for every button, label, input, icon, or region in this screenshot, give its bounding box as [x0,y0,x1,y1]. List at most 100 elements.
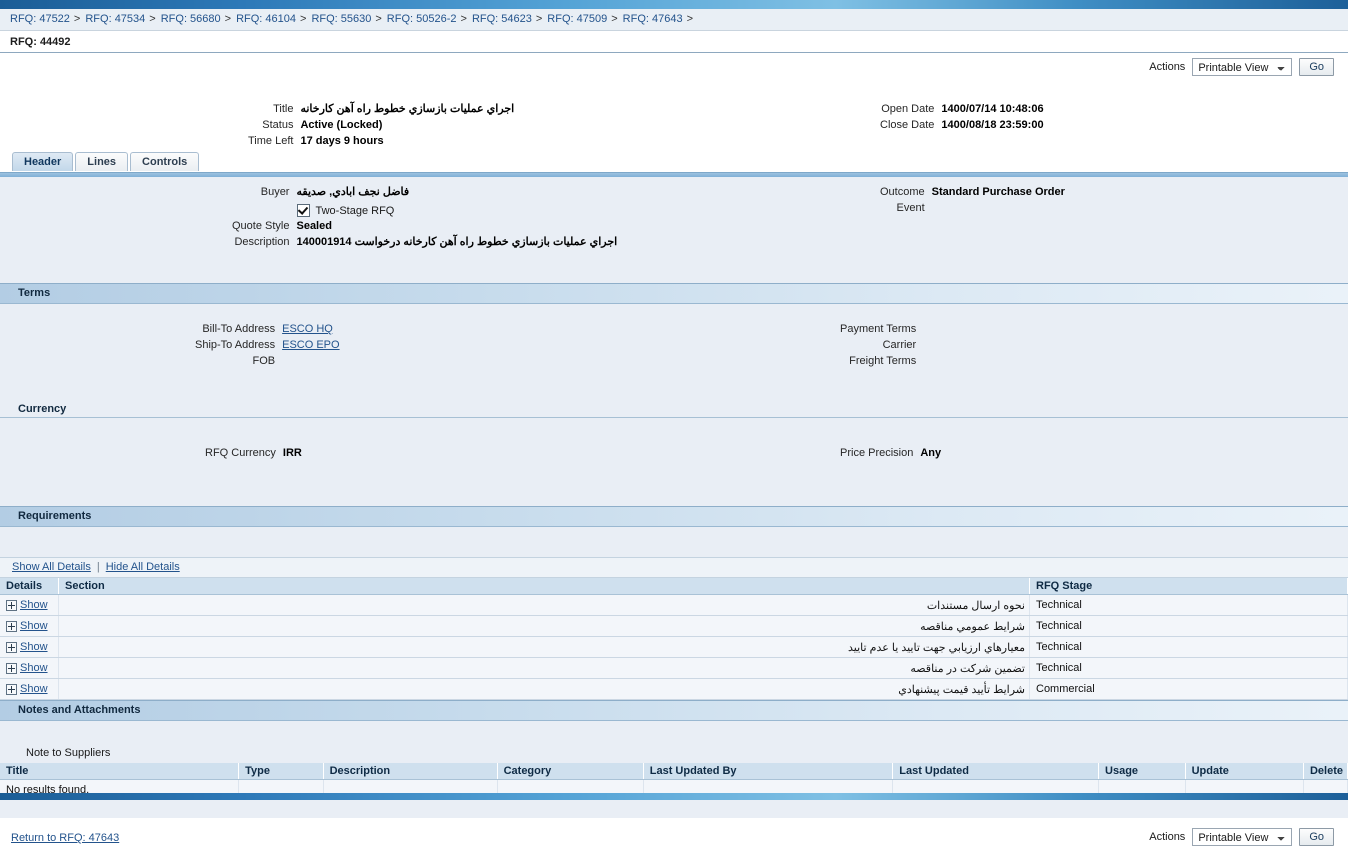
price-precision-value: Any [920,447,942,459]
breadcrumb-link-6[interactable]: RFQ: 50526-2 [387,13,457,25]
actions-select-bottom[interactable]: Printable View [1192,828,1293,846]
two-stage-rfq-checkbox-row[interactable]: Two-Stage RFQ [297,202,616,218]
requirement-section-cell: شرايط عمومي مناقصه [58,615,1030,637]
tab-bar: Header Lines Controls [0,152,1348,172]
time-left-value: 17 days 9 hours [300,135,384,147]
requirement-details-cell: Show [0,594,59,616]
checkbox-icon[interactable] [297,204,311,217]
requirement-details-cell: Show [0,636,59,658]
show-details-link-1[interactable]: Show [20,599,48,611]
col-rfq-stage: RFQ Stage [1029,578,1348,595]
bill-to-address-link[interactable]: ESCO HQ [282,323,333,335]
plus-expand-icon[interactable] [6,662,17,674]
show-details-link-5[interactable]: Show [20,683,48,695]
open-date-label: Open Date [881,103,935,115]
ship-to-address-link[interactable]: ESCO EPO [282,339,339,351]
payment-terms-label: Payment Terms [840,323,917,335]
plus-expand-icon[interactable] [6,620,17,632]
breadcrumb-link-7[interactable]: RFQ: 54623 [472,13,532,25]
event-label: Event [896,202,925,214]
notes-body: Note to Suppliers Title Type Description Ca… [0,721,1348,800]
breadcrumb-link-3[interactable]: RFQ: 56680 [161,13,221,25]
breadcrumb-link-8[interactable]: RFQ: 47509 [547,13,607,25]
breadcrumb-link-9[interactable]: RFQ: 47643 [623,13,683,25]
buyer-value: فاضل نجف ابادي, صديقه [296,186,410,198]
footer: Return to RFQ: 47643 Actions Printable V… [0,818,1348,864]
breadcrumb-separator: > [611,13,618,25]
show-details-link-2[interactable]: Show [20,620,48,632]
rfq-currency-row: RFQ Currency IRR [205,446,302,462]
plus-expand-icon[interactable] [6,641,17,653]
col-section: Section [58,578,1030,595]
return-to-rfq-link[interactable]: Return to RFQ: 47643 [11,832,119,844]
breadcrumb-link-1[interactable]: RFQ: 47522 [10,13,70,25]
freight-terms-label: Freight Terms [849,355,917,367]
col-details: Details [0,578,59,595]
attachments-col-type: Type [238,763,324,780]
go-button-bottom[interactable]: Go [1299,828,1334,846]
carrier-label: Carrier [882,339,917,351]
actions-select-top[interactable]: Printable View [1192,58,1293,76]
tab-controls[interactable]: Controls [130,152,200,171]
show-details-link-3[interactable]: Show [20,641,48,653]
attachments-col-category: Category [497,763,644,780]
summary-left-fields: Title اجراي عمليات بازسازي خطوط راه آهن … [248,102,514,150]
outcome-row: Outcome Standard Purchase Order [880,185,1065,201]
requirement-stage-cell: Technical [1029,636,1348,658]
time-left-row: Time Left 17 days 9 hours [248,134,514,150]
bill-to-address-label: Bill-To Address [202,323,276,335]
rfq-summary: Title اجراي عمليات بازسازي خطوط راه آهن … [0,80,1348,152]
breadcrumb-link-5[interactable]: RFQ: 55630 [311,13,371,25]
breadcrumb-link-2[interactable]: RFQ: 47534 [85,13,145,25]
breadcrumb-separator: > [460,13,467,25]
quote-style-value: Sealed [296,220,332,232]
plus-expand-icon[interactable] [6,599,17,611]
outcome-label: Outcome [880,186,925,198]
plus-expand-icon[interactable] [6,683,17,695]
go-button-top[interactable]: Go [1299,58,1334,76]
notes-section-header: Notes and Attachments [0,700,1348,721]
title-row: Title اجراي عمليات بازسازي خطوط راه آهن … [248,102,514,118]
two-stage-row: Two-Stage RFQ [232,201,617,219]
breadcrumb-separator: > [149,13,156,25]
attachments-col-update: Update [1185,763,1304,780]
payment-terms-row: Payment Terms [840,322,923,338]
requirement-details-cell: Show [0,678,59,700]
summary-right-fields: Open Date 1400/07/14 10:48:06 Close Date… [880,102,1044,134]
breadcrumb-separator: > [686,13,694,25]
requirements-body: Show All Details | Hide All Details Detail… [0,527,1348,700]
attachments-col-usage: Usage [1098,763,1186,780]
requirement-stage-cell: Technical [1029,594,1348,616]
breadcrumb-link-4[interactable]: RFQ: 46104 [236,13,296,25]
ship-to-address-label: Ship-To Address [195,339,276,351]
table-row: Show شرايط عمومي مناقصه Technical [0,615,1348,637]
price-precision-label: Price Precision [840,447,914,459]
breadcrumb-separator: > [224,13,232,25]
requirement-section-cell: شرايط تأييد قيمت پيشنهادي [58,678,1030,700]
breadcrumb-separator: > [73,13,81,25]
quote-style-label: Quote Style [232,220,290,232]
hide-all-details-link[interactable]: Hide All Details [106,561,180,573]
terms-right-fields: Payment Terms Carrier Freight Terms [840,322,923,370]
tab-header[interactable]: Header [12,152,74,171]
attachments-header-row: Title Type Description Category Last Updated… [0,763,1348,780]
requirement-details-cell: Show [0,657,59,679]
bill-to-row: Bill-To Address ESCO HQ [195,322,340,338]
header-right-fields: Outcome Standard Purchase Order Event [880,185,1065,217]
link-separator: | [96,561,100,573]
show-details-link-4[interactable]: Show [20,662,48,674]
tab-lines[interactable]: Lines [75,152,129,171]
top-brand-strip [0,0,1348,9]
show-all-details-link[interactable]: Show All Details [12,561,91,573]
currency-right-fields: Price Precision Any [840,446,941,462]
quote-style-row: Quote Style Sealed [232,219,617,235]
open-date-value: 1400/07/14 10:48:06 [941,103,1044,115]
header-fields-area: Buyer فاضل نجف ابادي, صديقه Two-Stage RF… [0,177,1348,283]
status-row: Status Active (Locked) [248,118,514,134]
requirement-section-cell: نحوه ارسال مستندات [58,594,1030,616]
outcome-value: Standard Purchase Order [931,186,1065,198]
table-row: Show نحوه ارسال مستندات Technical [0,594,1348,616]
buyer-row: Buyer فاضل نجف ابادي, صديقه [232,185,617,201]
top-actions-row: Actions Printable View Go [0,53,1348,80]
attachments-table-head: Title Type Description Category Last Updated… [0,763,1348,780]
